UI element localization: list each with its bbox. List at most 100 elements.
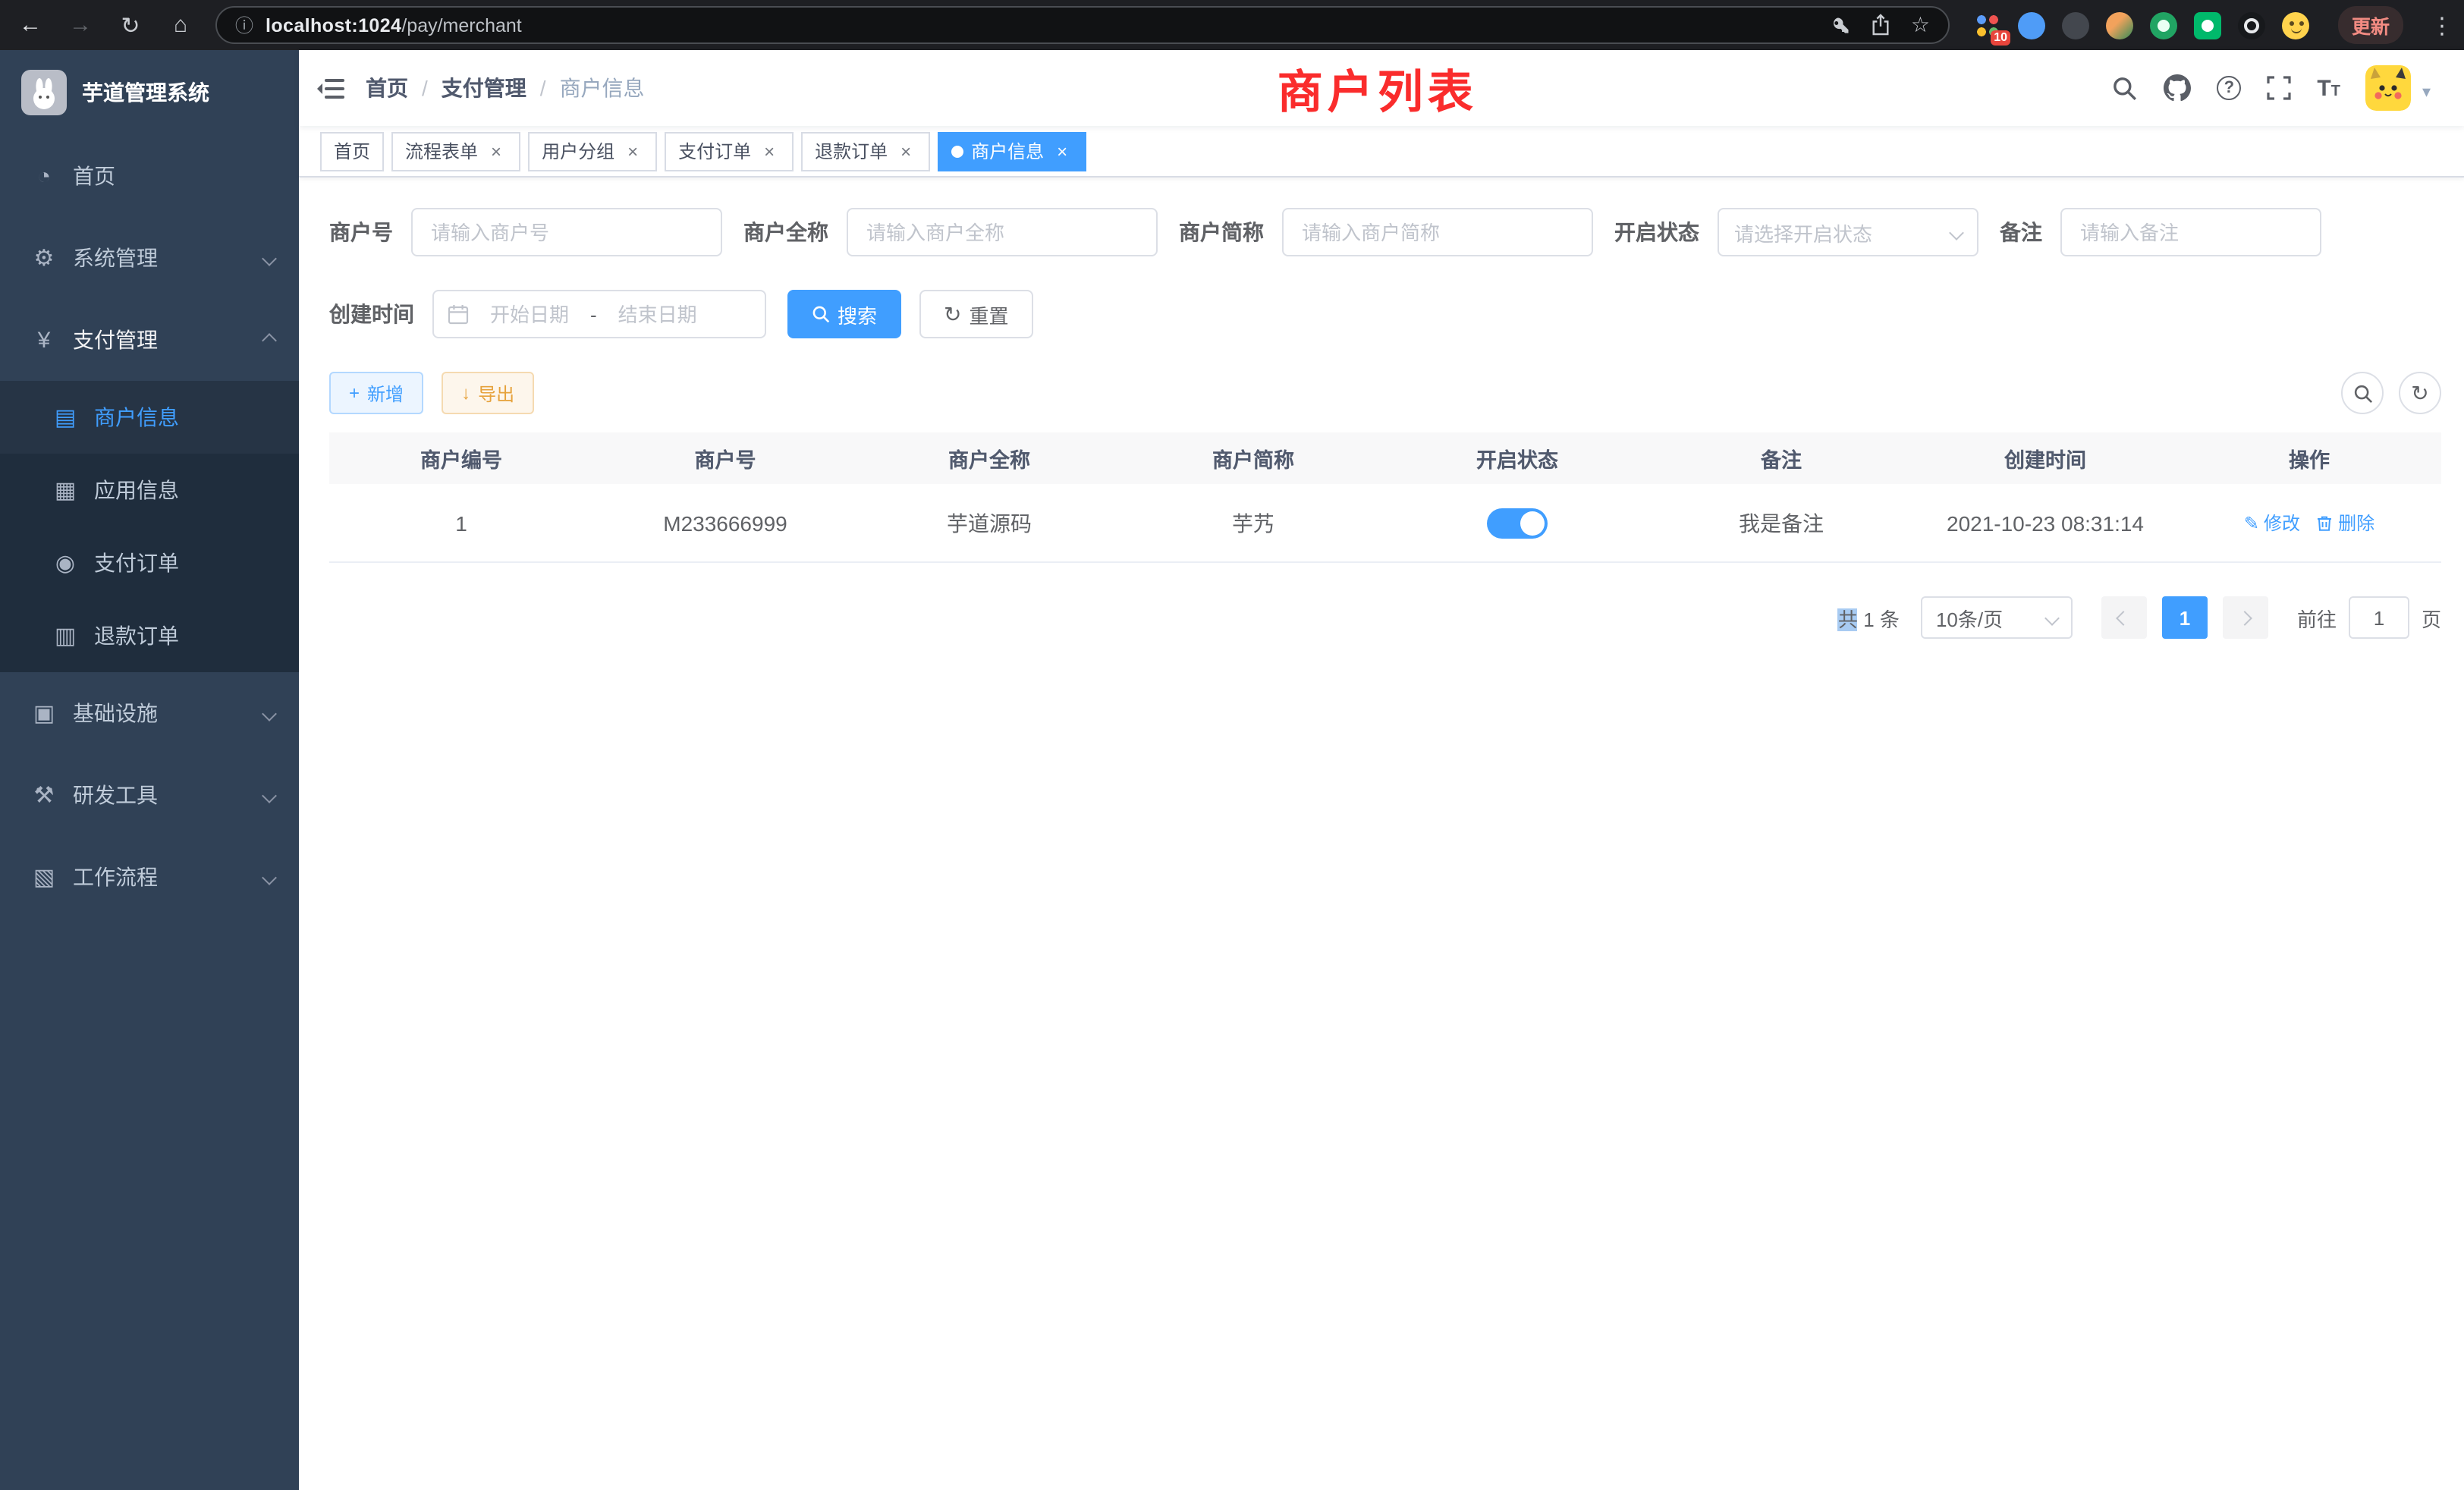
app-grid-icon: ▦ xyxy=(52,476,79,504)
extension-blue-icon[interactable] xyxy=(2018,11,2045,39)
sidebar-item-dev-tools[interactable]: ⚒ 研发工具 xyxy=(0,754,299,836)
prev-page-button[interactable] xyxy=(2101,596,2147,639)
browser-forward-icon[interactable]: → xyxy=(65,12,96,38)
status-toggle[interactable] xyxy=(1487,508,1548,538)
page-size-select[interactable]: 10条/页 xyxy=(1921,596,2073,639)
col-header: 商户编号 xyxy=(329,443,593,473)
help-icon[interactable]: ? xyxy=(2217,76,2241,100)
sidebar-item-infrastructure[interactable]: ▣ 基础设施 xyxy=(0,672,299,754)
chevron-left-icon xyxy=(2117,610,2132,625)
sidebar-toggle-icon[interactable] xyxy=(299,77,363,99)
date-start-input[interactable] xyxy=(475,303,584,325)
browser-back-icon[interactable]: ← xyxy=(15,12,46,38)
order-icon: ◉ xyxy=(52,549,79,577)
tag-user-group[interactable]: 用户分组 × xyxy=(528,131,657,171)
breadcrumb-payment[interactable]: 支付管理 xyxy=(442,73,526,103)
breadcrumb-home[interactable]: 首页 xyxy=(366,73,408,103)
extension-green-square-icon[interactable] xyxy=(2194,11,2221,39)
select-placeholder: 请选择开启状态 xyxy=(1734,218,1872,247)
app-logo[interactable]: 芋道管理系统 xyxy=(0,50,299,135)
delete-button[interactable]: 删除 xyxy=(2315,510,2374,536)
bookmark-star-icon[interactable]: ☆ xyxy=(1911,12,1930,38)
extensions-area: 10 更新 ⋮ xyxy=(1974,6,2453,44)
close-icon[interactable]: × xyxy=(622,140,643,162)
tag-process-form[interactable]: 流程表单 × xyxy=(391,131,520,171)
form-item-short-name: 商户简称 xyxy=(1179,208,1593,256)
table-header: 商户编号 商户号 商户全称 商户简称 开启状态 备注 创建时间 操作 xyxy=(329,432,2441,484)
date-range-picker[interactable]: - xyxy=(432,290,766,338)
full-name-input[interactable] xyxy=(847,208,1158,256)
tag-label: 首页 xyxy=(334,138,370,164)
chevron-down-icon xyxy=(1949,225,1964,240)
form-item-status: 开启状态 请选择开启状态 xyxy=(1614,208,1978,256)
page-content: 商户号 商户全称 商户简称 开启状态 请选择开启状态 xyxy=(299,178,2464,1490)
merchant-no-input[interactable] xyxy=(411,208,722,256)
address-bar[interactable]: ⓘ localhost:1024/pay/merchant ☆ xyxy=(215,6,1950,44)
reset-button[interactable]: ↻ 重置 xyxy=(919,290,1033,338)
browser-menu-icon[interactable]: ⋮ xyxy=(2431,11,2453,39)
github-icon[interactable] xyxy=(2164,74,2191,102)
share-icon[interactable] xyxy=(1872,14,1891,36)
password-key-icon[interactable] xyxy=(1831,14,1852,36)
tag-pay-order[interactable]: 支付订单 × xyxy=(665,131,794,171)
tag-refund-order[interactable]: 退款订单 × xyxy=(801,131,930,171)
sidebar-item-refund-order[interactable]: ▥ 退款订单 xyxy=(0,599,299,672)
breadcrumb: 首页 / 支付管理 / 商户信息 xyxy=(366,73,645,103)
field-label: 商户简称 xyxy=(1179,217,1264,247)
sidebar-item-payment[interactable]: ¥ 支付管理 xyxy=(0,299,299,381)
tag-merchant-info[interactable]: 商户信息 × xyxy=(938,131,1086,171)
close-icon[interactable]: × xyxy=(759,140,780,162)
extension-green-circle-icon[interactable] xyxy=(2150,11,2177,39)
font-size-icon[interactable]: TT xyxy=(2317,77,2340,99)
refresh-table-button[interactable]: ↻ xyxy=(2399,372,2441,414)
close-icon[interactable]: × xyxy=(895,140,916,162)
close-icon[interactable]: × xyxy=(486,140,507,162)
export-button[interactable]: ↓ 导出 xyxy=(442,372,534,414)
sidebar-item-workflow[interactable]: ▧ 工作流程 xyxy=(0,836,299,918)
chevron-down-icon xyxy=(262,787,277,803)
sidebar-item-app-info[interactable]: ▦ 应用信息 xyxy=(0,454,299,527)
tab-groups-icon[interactable]: 10 xyxy=(1974,11,2001,39)
user-avatar[interactable] xyxy=(2366,65,2412,111)
sidebar-item-label: 工作流程 xyxy=(73,862,249,892)
tag-home[interactable]: 首页 xyxy=(320,131,384,171)
search-form-row-2: 创建时间 - 搜 xyxy=(329,290,2441,338)
col-header: 商户号 xyxy=(593,443,857,473)
edit-button[interactable]: ✎ 修改 xyxy=(2244,510,2300,536)
extension-dark-icon[interactable] xyxy=(2062,11,2089,39)
sidebar-item-home[interactable]: ◔ 首页 xyxy=(0,135,299,217)
search-button[interactable]: 搜索 xyxy=(787,290,901,338)
sidebar-item-label: 首页 xyxy=(73,161,275,191)
site-info-icon[interactable]: ⓘ xyxy=(235,12,253,38)
add-button[interactable]: + 新增 xyxy=(329,372,423,414)
search-icon[interactable] xyxy=(2112,75,2138,101)
refund-icon: ▥ xyxy=(52,622,79,649)
sidebar-item-merchant-info[interactable]: ▤ 商户信息 xyxy=(0,381,299,454)
avatar-caret-icon[interactable]: ▾ xyxy=(2422,82,2431,102)
workflow-icon: ▧ xyxy=(30,863,58,891)
cell-remark: 我是备注 xyxy=(1649,508,1913,538)
chrome-update-button[interactable]: 更新 xyxy=(2338,6,2403,44)
col-header: 创建时间 xyxy=(1913,443,2177,473)
status-select[interactable]: 请选择开启状态 xyxy=(1718,208,1978,256)
date-end-input[interactable] xyxy=(603,303,712,325)
browser-home-icon[interactable]: ⌂ xyxy=(165,12,196,38)
short-name-input[interactable] xyxy=(1282,208,1593,256)
sidebar-item-pay-order[interactable]: ◉ 支付订单 xyxy=(0,527,299,599)
sidebar-item-system[interactable]: ⚙ 系统管理 xyxy=(0,217,299,299)
close-icon[interactable]: × xyxy=(1051,140,1073,162)
extension-avatar-icon[interactable] xyxy=(2106,11,2133,39)
page-unit-label: 页 xyxy=(2422,603,2441,632)
payment-submenu: ▤ 商户信息 ▦ 应用信息 ◉ 支付订单 ▥ 退款订单 xyxy=(0,381,299,672)
toggle-search-button[interactable] xyxy=(2341,372,2384,414)
chrome-profile-avatar[interactable] xyxy=(2282,11,2309,39)
fullscreen-icon[interactable] xyxy=(2267,76,2291,100)
browser-reload-icon[interactable]: ↻ xyxy=(115,11,146,39)
remark-input[interactable] xyxy=(2060,208,2321,256)
refresh-icon: ↻ xyxy=(2411,382,2428,404)
extension-knot-icon[interactable] xyxy=(2238,11,2265,39)
pagination: 共 1 条 10条/页 1 前往 页 xyxy=(329,596,2441,639)
goto-page-input[interactable] xyxy=(2349,596,2409,639)
next-page-button[interactable] xyxy=(2223,596,2268,639)
page-number-button[interactable]: 1 xyxy=(2162,596,2208,639)
